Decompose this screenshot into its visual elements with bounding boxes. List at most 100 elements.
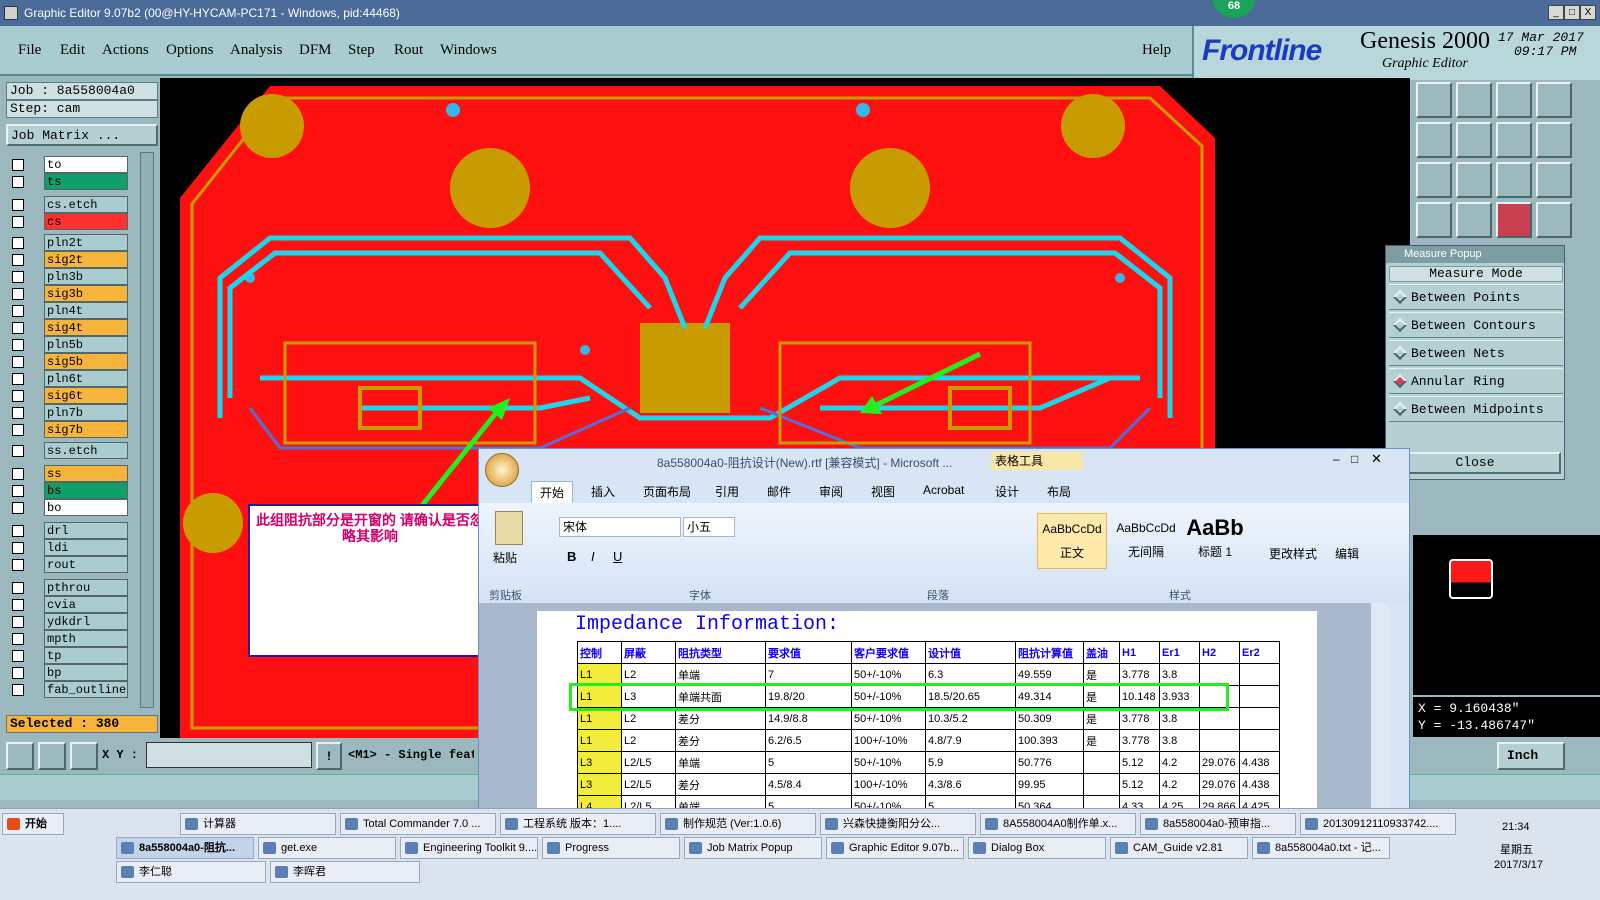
layer-checkbox[interactable] <box>12 159 24 171</box>
tool-pan-right-icon[interactable] <box>1456 122 1492 158</box>
ribbon-tab[interactable]: 审阅 <box>811 481 851 502</box>
ribbon-tab[interactable]: 布局 <box>1039 481 1079 502</box>
layer-checkbox[interactable] <box>12 633 24 645</box>
layer-checkbox[interactable] <box>12 199 24 211</box>
tool-split-icon[interactable] <box>1496 122 1532 158</box>
ribbon-tab[interactable]: 邮件 <box>759 481 799 502</box>
tool-zoom-down-icon[interactable] <box>1456 82 1492 118</box>
measure-close-button[interactable]: Close <box>1389 452 1561 474</box>
menu-file[interactable]: File <box>18 42 41 59</box>
layer-item[interactable]: ydkdrl <box>10 613 128 631</box>
taskbar-button[interactable]: 20130912110933742.... <box>1300 813 1456 835</box>
underline-button[interactable]: U <box>613 549 622 564</box>
measure-option-between-midpoints[interactable]: Between Midpoints <box>1389 396 1563 422</box>
measure-option-between-points[interactable]: Between Points <box>1389 284 1563 310</box>
menu-rout[interactable]: Rout <box>394 42 423 59</box>
taskbar-button[interactable]: Dialog Box <box>968 837 1106 859</box>
measure-option-between-contours[interactable]: Between Contours <box>1389 312 1563 338</box>
taskbar-button[interactable]: 计算器 <box>180 813 336 835</box>
word-maximize-button[interactable]: □ <box>1351 452 1365 466</box>
layer-item[interactable]: ss.etch <box>10 442 128 460</box>
layer-checkbox[interactable] <box>12 373 24 385</box>
layer-item[interactable]: ss <box>10 465 128 483</box>
grid-tool-icon[interactable] <box>70 742 98 770</box>
layer-scrollbar[interactable] <box>140 152 154 708</box>
layer-checkbox[interactable] <box>12 176 24 188</box>
taskbar-button[interactable]: Progress <box>542 837 680 859</box>
layer-checkbox[interactable] <box>12 559 24 571</box>
layer-item[interactable]: ldi <box>10 539 128 557</box>
tool-net2-icon[interactable] <box>1536 202 1572 238</box>
document-area[interactable]: Impedance Information: 控制 屏蔽 阻抗类型 要求值 客户要求值设… <box>479 603 1389 809</box>
start-button[interactable]: 开始 <box>2 813 64 835</box>
tool-snap-icon[interactable] <box>1536 122 1572 158</box>
taskbar-button[interactable]: 8A558004A0制作单.x... <box>980 813 1136 835</box>
tool-zoom-home-icon[interactable] <box>1416 82 1452 118</box>
measure-option-between-nets[interactable]: Between Nets <box>1389 340 1563 366</box>
layer-checkbox[interactable] <box>12 390 24 402</box>
layer-checkbox[interactable] <box>12 237 24 249</box>
layer-checkbox[interactable] <box>12 616 24 628</box>
tool-fit-icon[interactable] <box>1416 162 1452 198</box>
layer-item[interactable]: bp <box>10 664 128 682</box>
layer-item[interactable]: cvia <box>10 596 128 614</box>
layer-checkbox[interactable] <box>12 305 24 317</box>
menu-edit[interactable]: Edit <box>60 42 85 59</box>
bold-button[interactable]: B <box>567 549 576 564</box>
change-style-button[interactable]: 更改样式 <box>1269 545 1317 562</box>
tool-net-icon[interactable] <box>1496 202 1532 238</box>
ribbon-tab[interactable]: 设计 <box>987 481 1027 502</box>
job-matrix-button[interactable]: Job Matrix ... <box>6 124 158 146</box>
angle-tool-icon[interactable] <box>38 742 66 770</box>
layer-checkbox[interactable] <box>12 542 24 554</box>
layer-checkbox[interactable] <box>12 288 24 300</box>
menu-windows[interactable]: Windows <box>440 42 497 59</box>
style-heading-1[interactable]: AaBb 标题 1 <box>1183 513 1247 569</box>
tool-eye-icon[interactable] <box>1416 202 1452 238</box>
taskbar-button[interactable]: CAM_Guide v2.81 <box>1110 837 1248 859</box>
tool-help-icon[interactable] <box>1536 162 1572 198</box>
style-normal[interactable]: AaBbCcDd 正文 <box>1037 513 1107 569</box>
edit-button[interactable]: 编辑 <box>1335 545 1359 562</box>
maximize-button[interactable]: □ <box>1564 5 1580 20</box>
layer-checkbox[interactable] <box>12 468 24 480</box>
layer-item[interactable]: cs.etch <box>10 196 128 214</box>
layer-item[interactable]: mpth <box>10 630 128 648</box>
measure-option-annular-ring[interactable]: Annular Ring <box>1389 368 1563 394</box>
layer-checkbox[interactable] <box>12 599 24 611</box>
layer-checkbox[interactable] <box>12 407 24 419</box>
snap-tool-icon[interactable] <box>6 742 34 770</box>
menu-help[interactable]: Help <box>1142 42 1171 59</box>
menu-analysis[interactable]: Analysis <box>230 42 283 59</box>
layer-item[interactable]: pthrou <box>10 579 128 597</box>
word-close-button[interactable]: ✕ <box>1371 451 1385 467</box>
layer-checkbox[interactable] <box>12 684 24 696</box>
font-size-select[interactable]: 小五 <box>683 517 735 537</box>
style-no-spacing[interactable]: AaBbCcDd 无间隔 <box>1111 513 1181 569</box>
layer-checkbox[interactable] <box>12 356 24 368</box>
taskbar-button[interactable]: Job Matrix Popup <box>684 837 822 859</box>
ribbon-tab[interactable]: 引用 <box>707 481 747 502</box>
close-button[interactable]: X <box>1580 5 1596 20</box>
taskbar-button[interactable]: 8a558004a0.txt - 记... <box>1252 837 1390 859</box>
layer-item[interactable]: sig3b <box>10 285 128 303</box>
layer-item[interactable]: sig5b <box>10 353 128 371</box>
menu-dfm[interactable]: DFM <box>299 42 332 59</box>
taskbar-button[interactable]: 李仁聪 <box>116 861 266 883</box>
ribbon-tab[interactable]: 开始 <box>531 481 574 504</box>
units-button[interactable]: Inch <box>1497 742 1565 770</box>
layer-item[interactable]: bs <box>10 482 128 500</box>
layer-item[interactable]: pln6t <box>10 370 128 388</box>
layer-checkbox[interactable] <box>12 271 24 283</box>
layer-checkbox[interactable] <box>12 322 24 334</box>
layer-item[interactable]: pln5b <box>10 336 128 354</box>
layer-item[interactable]: rout <box>10 556 128 574</box>
office-button[interactable] <box>485 453 519 487</box>
layer-item[interactable]: pln2t <box>10 234 128 252</box>
ribbon-tab[interactable]: 视图 <box>863 481 903 502</box>
menu-step[interactable]: Step <box>348 42 375 59</box>
tool-move-icon[interactable] <box>1456 162 1492 198</box>
layer-item[interactable]: ts <box>10 173 128 191</box>
taskbar-button[interactable]: 制作规范 (Ver:1.0.6) <box>660 813 816 835</box>
layer-item[interactable]: sig4t <box>10 319 128 337</box>
